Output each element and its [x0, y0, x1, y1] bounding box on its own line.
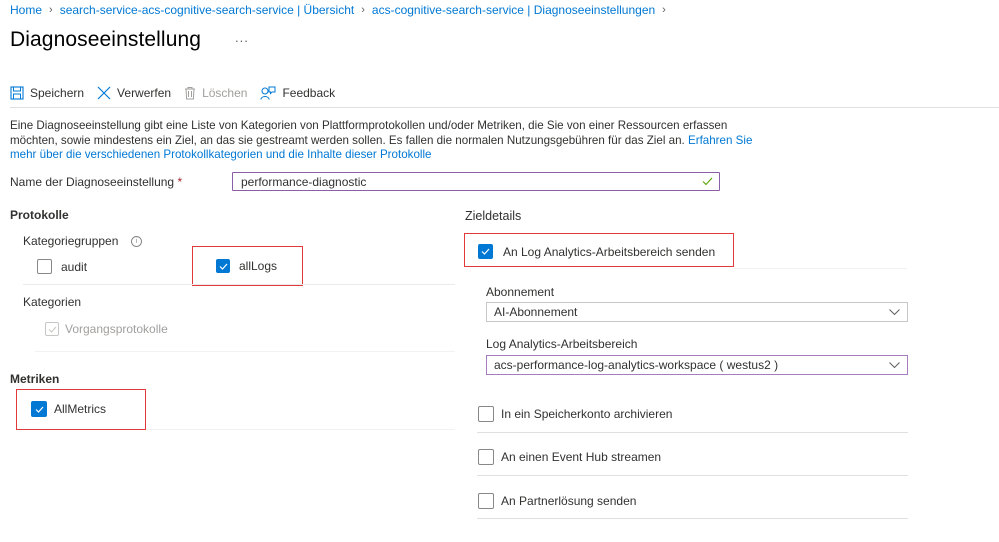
- subscription-value: AI-Abonnement: [494, 305, 578, 319]
- breadcrumb-home[interactable]: Home: [10, 3, 42, 17]
- toolbar-divider: [10, 107, 999, 108]
- workspace-label: Log Analytics-Arbeitsbereich: [486, 337, 638, 351]
- chevron-right-icon: ›: [361, 4, 365, 16]
- description: Eine Diagnoseeinstellung gibt eine Liste…: [10, 119, 760, 163]
- workspace-dropdown[interactable]: acs-performance-log-analytics-workspace …: [486, 355, 908, 375]
- checkbox-storage-account[interactable]: In ein Speicherkonto archivieren: [478, 406, 672, 422]
- description-text: Eine Diagnoseeinstellung gibt eine Liste…: [10, 119, 728, 147]
- workspace-value: acs-performance-log-analytics-workspace …: [494, 358, 779, 372]
- breadcrumb-search-service-overview[interactable]: search-service-acs-cognitive-search-serv…: [60, 3, 355, 17]
- command-bar: Speichern Verwerfen Löschen Feedback: [10, 83, 348, 103]
- checkbox-audit[interactable]: audit: [37, 259, 87, 274]
- more-options-button[interactable]: ...: [235, 30, 249, 45]
- subscription-dropdown[interactable]: AI-Abonnement: [486, 302, 908, 322]
- logs-divider: [35, 351, 455, 352]
- breadcrumb-diagnostic-settings[interactable]: acs-cognitive-search-service | Diagnosee…: [372, 3, 655, 17]
- event-hub-divider: [477, 475, 908, 476]
- checkmark-icon: [35, 406, 43, 413]
- log-analytics-divider: [734, 268, 907, 269]
- subscription-label: Abonnement: [486, 285, 555, 299]
- discard-label: Verwerfen: [117, 86, 172, 100]
- audit-label: audit: [61, 259, 88, 274]
- diagnostic-name-input[interactable]: performance-diagnostic: [232, 172, 720, 191]
- logs-heading: Protokolle: [10, 208, 69, 222]
- checkbox-partner-solution[interactable]: An Partnerlösung senden: [478, 493, 636, 509]
- audit-checkbox[interactable]: [37, 259, 52, 274]
- allmetrics-label: AllMetrics: [54, 402, 107, 416]
- page-title: Diagnoseeinstellung: [10, 28, 202, 51]
- checkbox-allmetrics[interactable]: AllMetrics: [31, 401, 106, 417]
- destination-heading: Zieldetails: [465, 209, 522, 223]
- alllogs-checkbox[interactable]: [216, 259, 230, 273]
- allmetrics-checkbox[interactable]: [31, 401, 47, 417]
- checkmark-icon: [481, 248, 490, 255]
- metrics-divider: [146, 429, 455, 430]
- save-button[interactable]: Speichern: [10, 86, 84, 100]
- discard-button[interactable]: Verwerfen: [97, 86, 171, 100]
- partner-divider: [477, 518, 908, 519]
- log-analytics-checkbox[interactable]: [478, 244, 493, 259]
- chevron-down-icon: [889, 362, 900, 368]
- categories-label: Kategorien: [23, 295, 82, 309]
- event-hub-label: An einen Event Hub streamen: [501, 450, 662, 464]
- name-field-label: Name der Diagnoseeinstellung *: [10, 175, 183, 189]
- required-mark: *: [177, 175, 183, 189]
- breadcrumb: Home › search-service-acs-cognitive-sear…: [10, 3, 673, 17]
- vorgangsprotokolle-label: Vorgangsprotokolle: [65, 322, 168, 336]
- logs-groups-divider: [23, 284, 455, 285]
- log-analytics-label: An Log Analytics-Arbeitsbereich senden: [503, 244, 716, 259]
- close-icon: [97, 86, 111, 100]
- save-label: Speichern: [30, 86, 85, 100]
- feedback-label: Feedback: [282, 86, 336, 100]
- checkbox-alllogs[interactable]: allLogs: [216, 259, 277, 273]
- info-icon[interactable]: i: [130, 236, 142, 248]
- diagnostic-name-value: performance-diagnostic: [241, 174, 367, 189]
- category-groups-label: Kategoriegruppen i: [23, 234, 142, 248]
- save-icon: [10, 86, 24, 100]
- partner-solution-checkbox[interactable]: [478, 493, 494, 509]
- check-icon: [702, 177, 713, 186]
- metrics-heading: Metriken: [10, 372, 60, 386]
- alllogs-label: allLogs: [239, 259, 278, 273]
- storage-account-label: In ein Speicherkonto archivieren: [501, 407, 673, 421]
- vorgangsprotokolle-checkbox[interactable]: [45, 322, 59, 336]
- checkbox-log-analytics[interactable]: An Log Analytics-Arbeitsbereich senden: [478, 244, 715, 259]
- checkbox-vorgangsprotokolle[interactable]: Vorgangsprotokolle: [45, 322, 168, 336]
- feedback-button[interactable]: Feedback: [260, 86, 335, 100]
- checkbox-event-hub[interactable]: An einen Event Hub streamen: [478, 449, 661, 465]
- chevron-right-icon: ›: [662, 4, 666, 16]
- partner-solution-label: An Partnerlösung senden: [501, 494, 637, 508]
- checkmark-icon: [48, 326, 56, 333]
- trash-icon: [185, 87, 196, 100]
- event-hub-checkbox[interactable]: [478, 449, 494, 465]
- feedback-icon: [260, 86, 276, 100]
- delete-label: Löschen: [202, 86, 248, 100]
- chevron-down-icon: [889, 309, 900, 315]
- checkmark-icon: [219, 263, 227, 270]
- delete-button[interactable]: Löschen: [184, 86, 247, 100]
- chevron-right-icon: ›: [49, 4, 53, 16]
- storage-divider: [477, 432, 908, 433]
- storage-account-checkbox[interactable]: [478, 406, 494, 422]
